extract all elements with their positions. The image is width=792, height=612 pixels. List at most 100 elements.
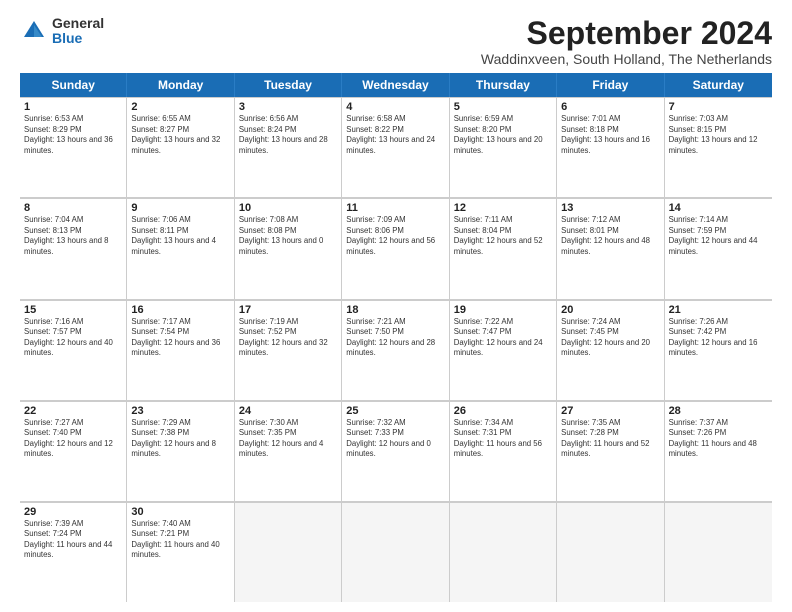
- day-info: Sunrise: 7:34 AMSunset: 7:31 PMDaylight:…: [454, 418, 552, 460]
- day-number: 4: [346, 101, 444, 113]
- logo-general: General: [52, 16, 104, 31]
- calendar-cell: 15 Sunrise: 7:16 AMSunset: 7:57 PMDaylig…: [20, 300, 127, 400]
- logo: General Blue: [20, 16, 104, 47]
- day-info: Sunrise: 7:30 AMSunset: 7:35 PMDaylight:…: [239, 418, 337, 460]
- calendar-cell: 9 Sunrise: 7:06 AMSunset: 8:11 PMDayligh…: [127, 198, 234, 298]
- day-number: 26: [454, 405, 552, 417]
- calendar-cell: 21 Sunrise: 7:26 AMSunset: 7:42 PMDaylig…: [665, 300, 772, 400]
- calendar-cell: 24 Sunrise: 7:30 AMSunset: 7:35 PMDaylig…: [235, 401, 342, 501]
- calendar-cell: 8 Sunrise: 7:04 AMSunset: 8:13 PMDayligh…: [20, 198, 127, 298]
- calendar-cell: 16 Sunrise: 7:17 AMSunset: 7:54 PMDaylig…: [127, 300, 234, 400]
- day-info: Sunrise: 7:40 AMSunset: 7:21 PMDaylight:…: [131, 519, 229, 561]
- day-number: 21: [669, 304, 768, 316]
- calendar-cell: 23 Sunrise: 7:29 AMSunset: 7:38 PMDaylig…: [127, 401, 234, 501]
- header: General Blue September 2024 Waddinxveen,…: [20, 16, 772, 67]
- day-info: Sunrise: 7:39 AMSunset: 7:24 PMDaylight:…: [24, 519, 122, 561]
- day-number: 23: [131, 405, 229, 417]
- calendar-week-1: 1 Sunrise: 6:53 AMSunset: 8:29 PMDayligh…: [20, 97, 772, 198]
- header-monday: Monday: [127, 73, 234, 97]
- day-number: 27: [561, 405, 659, 417]
- day-number: 12: [454, 202, 552, 214]
- page: General Blue September 2024 Waddinxveen,…: [0, 0, 792, 612]
- day-info: Sunrise: 7:11 AMSunset: 8:04 PMDaylight:…: [454, 215, 552, 257]
- calendar-week-3: 15 Sunrise: 7:16 AMSunset: 7:57 PMDaylig…: [20, 300, 772, 401]
- calendar-cell: 1 Sunrise: 6:53 AMSunset: 8:29 PMDayligh…: [20, 97, 127, 197]
- calendar-cell: 10 Sunrise: 7:08 AMSunset: 8:08 PMDaylig…: [235, 198, 342, 298]
- day-info: Sunrise: 7:06 AMSunset: 8:11 PMDaylight:…: [131, 215, 229, 257]
- calendar-cell: 20 Sunrise: 7:24 AMSunset: 7:45 PMDaylig…: [557, 300, 664, 400]
- calendar-cell: 4 Sunrise: 6:58 AMSunset: 8:22 PMDayligh…: [342, 97, 449, 197]
- calendar-cell: 2 Sunrise: 6:55 AMSunset: 8:27 PMDayligh…: [127, 97, 234, 197]
- day-number: 18: [346, 304, 444, 316]
- day-number: 17: [239, 304, 337, 316]
- day-info: Sunrise: 7:26 AMSunset: 7:42 PMDaylight:…: [669, 317, 768, 359]
- day-number: 15: [24, 304, 122, 316]
- header-tuesday: Tuesday: [235, 73, 342, 97]
- day-number: 22: [24, 405, 122, 417]
- day-info: Sunrise: 7:27 AMSunset: 7:40 PMDaylight:…: [24, 418, 122, 460]
- day-info: Sunrise: 7:04 AMSunset: 8:13 PMDaylight:…: [24, 215, 122, 257]
- day-info: Sunrise: 6:59 AMSunset: 8:20 PMDaylight:…: [454, 114, 552, 156]
- day-info: Sunrise: 7:37 AMSunset: 7:26 PMDaylight:…: [669, 418, 768, 460]
- day-info: Sunrise: 7:12 AMSunset: 8:01 PMDaylight:…: [561, 215, 659, 257]
- day-number: 13: [561, 202, 659, 214]
- day-number: 16: [131, 304, 229, 316]
- calendar-location: Waddinxveen, South Holland, The Netherla…: [481, 51, 772, 67]
- day-info: Sunrise: 7:14 AMSunset: 7:59 PMDaylight:…: [669, 215, 768, 257]
- title-block: September 2024 Waddinxveen, South Hollan…: [481, 16, 772, 67]
- calendar-cell: 30 Sunrise: 7:40 AMSunset: 7:21 PMDaylig…: [127, 502, 234, 602]
- day-info: Sunrise: 7:19 AMSunset: 7:52 PMDaylight:…: [239, 317, 337, 359]
- calendar-cell: 18 Sunrise: 7:21 AMSunset: 7:50 PMDaylig…: [342, 300, 449, 400]
- day-number: 1: [24, 101, 122, 113]
- calendar-cell: 12 Sunrise: 7:11 AMSunset: 8:04 PMDaylig…: [450, 198, 557, 298]
- day-info: Sunrise: 7:01 AMSunset: 8:18 PMDaylight:…: [561, 114, 659, 156]
- day-info: Sunrise: 6:56 AMSunset: 8:24 PMDaylight:…: [239, 114, 337, 156]
- calendar-cell: 14 Sunrise: 7:14 AMSunset: 7:59 PMDaylig…: [665, 198, 772, 298]
- day-info: Sunrise: 7:16 AMSunset: 7:57 PMDaylight:…: [24, 317, 122, 359]
- day-info: Sunrise: 6:58 AMSunset: 8:22 PMDaylight:…: [346, 114, 444, 156]
- calendar-cell: 29 Sunrise: 7:39 AMSunset: 7:24 PMDaylig…: [20, 502, 127, 602]
- calendar-header: Sunday Monday Tuesday Wednesday Thursday…: [20, 73, 772, 97]
- calendar-cell: [665, 502, 772, 602]
- day-number: 20: [561, 304, 659, 316]
- day-info: Sunrise: 7:24 AMSunset: 7:45 PMDaylight:…: [561, 317, 659, 359]
- day-number: 8: [24, 202, 122, 214]
- calendar-cell: 5 Sunrise: 6:59 AMSunset: 8:20 PMDayligh…: [450, 97, 557, 197]
- day-number: 24: [239, 405, 337, 417]
- day-number: 28: [669, 405, 768, 417]
- day-number: 30: [131, 506, 229, 518]
- logo-text: General Blue: [52, 16, 104, 47]
- day-number: 25: [346, 405, 444, 417]
- calendar-cell: 17 Sunrise: 7:19 AMSunset: 7:52 PMDaylig…: [235, 300, 342, 400]
- day-number: 2: [131, 101, 229, 113]
- calendar-week-4: 22 Sunrise: 7:27 AMSunset: 7:40 PMDaylig…: [20, 401, 772, 502]
- day-info: Sunrise: 6:53 AMSunset: 8:29 PMDaylight:…: [24, 114, 122, 156]
- calendar-cell: 26 Sunrise: 7:34 AMSunset: 7:31 PMDaylig…: [450, 401, 557, 501]
- header-wednesday: Wednesday: [342, 73, 449, 97]
- calendar-week-5: 29 Sunrise: 7:39 AMSunset: 7:24 PMDaylig…: [20, 502, 772, 602]
- day-number: 14: [669, 202, 768, 214]
- day-number: 29: [24, 506, 122, 518]
- calendar-week-2: 8 Sunrise: 7:04 AMSunset: 8:13 PMDayligh…: [20, 198, 772, 299]
- day-number: 6: [561, 101, 659, 113]
- header-sunday: Sunday: [20, 73, 127, 97]
- calendar-cell: 27 Sunrise: 7:35 AMSunset: 7:28 PMDaylig…: [557, 401, 664, 501]
- calendar-body: 1 Sunrise: 6:53 AMSunset: 8:29 PMDayligh…: [20, 97, 772, 602]
- header-saturday: Saturday: [665, 73, 772, 97]
- calendar: Sunday Monday Tuesday Wednesday Thursday…: [20, 73, 772, 602]
- day-info: Sunrise: 7:08 AMSunset: 8:08 PMDaylight:…: [239, 215, 337, 257]
- calendar-cell: 19 Sunrise: 7:22 AMSunset: 7:47 PMDaylig…: [450, 300, 557, 400]
- calendar-cell: 6 Sunrise: 7:01 AMSunset: 8:18 PMDayligh…: [557, 97, 664, 197]
- day-number: 7: [669, 101, 768, 113]
- logo-blue: Blue: [52, 31, 104, 46]
- logo-icon: [20, 17, 48, 45]
- day-info: Sunrise: 7:09 AMSunset: 8:06 PMDaylight:…: [346, 215, 444, 257]
- header-thursday: Thursday: [450, 73, 557, 97]
- day-number: 3: [239, 101, 337, 113]
- calendar-cell: 13 Sunrise: 7:12 AMSunset: 8:01 PMDaylig…: [557, 198, 664, 298]
- calendar-cell: 3 Sunrise: 6:56 AMSunset: 8:24 PMDayligh…: [235, 97, 342, 197]
- calendar-cell: [342, 502, 449, 602]
- calendar-cell: 11 Sunrise: 7:09 AMSunset: 8:06 PMDaylig…: [342, 198, 449, 298]
- calendar-cell: 22 Sunrise: 7:27 AMSunset: 7:40 PMDaylig…: [20, 401, 127, 501]
- calendar-cell: [557, 502, 664, 602]
